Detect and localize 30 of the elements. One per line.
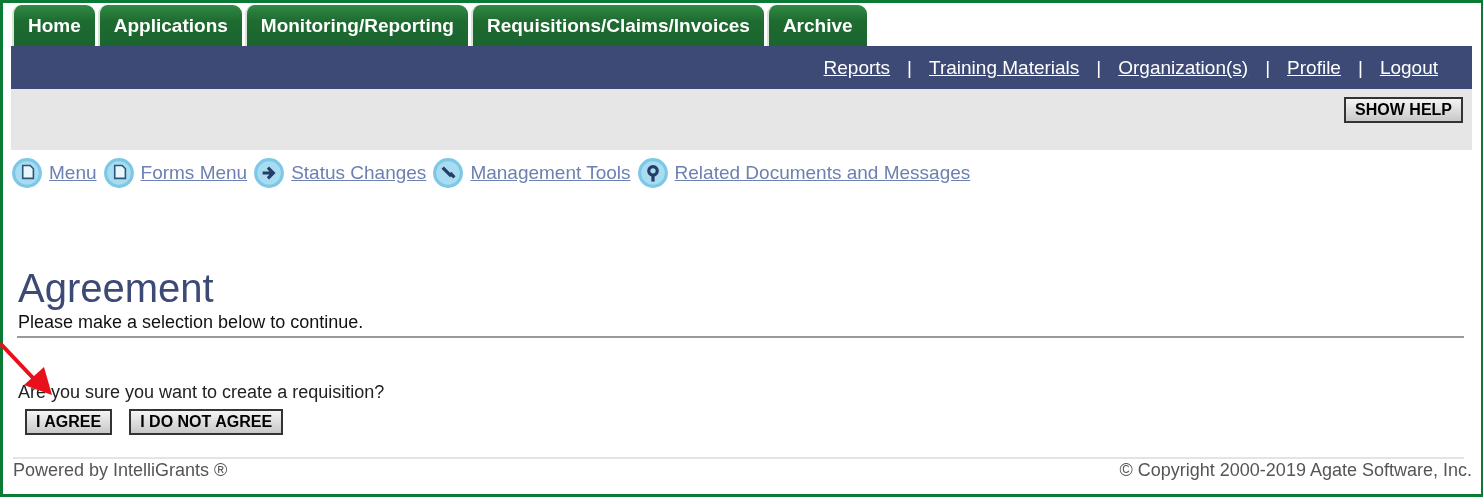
wrench-icon [432,157,465,189]
nav-tab[interactable]: Monitoring/Reporting [244,5,468,46]
nav-tab[interactable]: Applications [97,5,242,46]
nav-tab[interactable]: Requisitions/Claims/Invoices [470,5,764,46]
nav-link[interactable]: Status Changes [291,162,427,184]
nav-tab[interactable]: Home [12,5,95,46]
copyright-text: © Copyright 2000-2019 Agate Software, Inc. [1119,460,1472,481]
top-nav-link[interactable]: Logout [1379,56,1438,79]
agree-button[interactable]: I AGREE [25,409,113,435]
search-icon [636,157,669,189]
nav-link[interactable]: Management Tools [470,162,631,184]
instruction-text: Please make a selection below to continue. [18,311,365,334]
page-title: Agreement [18,266,215,310]
separator: | [1357,56,1363,79]
nav-tab[interactable]: Archive [766,5,867,46]
page-icon [102,157,135,189]
nav-link[interactable]: Menu [49,162,97,184]
show-help-button[interactable]: SHOW HELP [1344,97,1463,123]
top-nav-link[interactable]: Profile [1287,56,1341,79]
separator: | [1096,56,1102,79]
separator: | [907,56,912,79]
page-icon [11,157,43,189]
top-nav-link[interactable]: Training Materials [929,56,1080,79]
nav-link[interactable]: Forms Menu [140,162,248,184]
top-nav-link[interactable]: Reports [823,56,891,79]
top-nav-link[interactable]: Organization(s) [1118,56,1249,79]
disagree-button[interactable]: I DO NOT AGREE [129,409,284,435]
powered-by-text: Powered by IntelliGrants ® [13,460,228,481]
separator: | [1265,56,1271,79]
nav-link[interactable]: Related Documents and Messages [674,162,971,184]
